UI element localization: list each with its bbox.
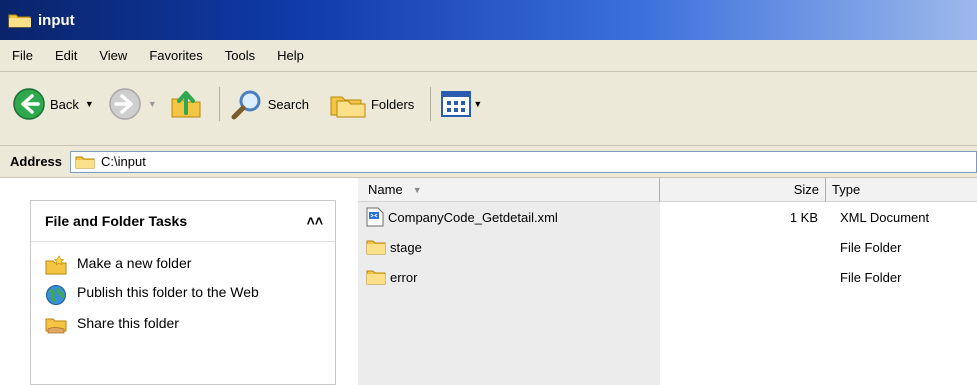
column-header-type[interactable]: Type [826,178,977,202]
tasks-panel-title: File and Folder Tasks [45,213,188,229]
folder-icon [366,240,386,255]
file-name: stage [390,239,422,255]
file-list-pane: Name ▼ Size Type CompanyCode_Getdetail.x… [358,178,977,385]
window-title: input [38,11,75,29]
task-make-new-folder[interactable]: Make a new folder [45,254,321,275]
folders-button[interactable]: Folders [329,84,414,124]
views-dropdown-icon[interactable]: ▼ [473,99,482,109]
back-arrow-icon [13,88,45,120]
back-button[interactable]: Back ▼ [12,84,94,124]
new-folder-icon [45,255,67,275]
tasks-pane: File and Folder Tasks ˄˄ Make a new fold… [0,178,358,385]
up-folder-button[interactable] [169,84,203,124]
tasks-panel-header[interactable]: File and Folder Tasks ˄˄ [31,201,335,242]
address-label: Address [10,154,63,169]
views-button[interactable]: ▼ [441,84,482,124]
task-label: Share this folder [77,315,179,331]
folder-icon [366,270,386,285]
menu-help[interactable]: Help [277,48,304,63]
toolbar: Back ▼ ▼ Search Folders ▼ [0,72,977,146]
publish-web-icon [46,285,66,305]
views-icon [441,91,472,117]
file-folder-tasks-panel: File and Folder Tasks ˄˄ Make a new fold… [30,200,336,385]
forward-button[interactable]: ▼ [108,84,157,124]
column-header-name[interactable]: Name ▼ [358,178,660,202]
menu-favorites[interactable]: Favorites [149,48,202,63]
search-icon [231,90,261,120]
file-size: 1 KB [789,209,818,225]
title-bar[interactable]: input [0,0,977,40]
menu-edit[interactable]: Edit [55,48,77,63]
search-label: Search [267,96,309,112]
xml-file-icon [366,207,384,227]
column-headers: Name ▼ Size Type [358,178,977,202]
address-value: C:\input [101,154,146,169]
sort-arrow-icon: ▼ [412,184,422,195]
forward-dropdown-icon[interactable]: ▼ [148,99,157,109]
file-row[interactable]: stage File Folder [358,232,977,262]
column-header-label: Name [368,182,403,197]
task-publish-folder-web[interactable]: Publish this folder to the Web [45,283,321,306]
toolbar-separator [218,87,220,121]
file-name: CompanyCode_Getdetail.xml [388,209,558,225]
column-header-label: Size [793,182,819,197]
search-button[interactable]: Search [230,84,309,124]
file-row[interactable]: CompanyCode_Getdetail.xml 1 KB XML Docum… [358,202,977,232]
folder-icon [8,14,31,28]
back-label: Back [50,96,79,112]
forward-arrow-icon [109,88,141,120]
share-folder-icon [45,318,67,334]
menu-bar: File Edit View Favorites Tools Help [0,40,977,72]
file-type: File Folder [840,239,902,255]
address-input[interactable]: C:\input [70,150,977,173]
menu-tools[interactable]: Tools [225,48,255,63]
toolbar-separator [430,87,432,121]
collapse-chevron-icon[interactable]: ˄˄ [307,213,323,229]
folder-icon [75,156,95,168]
back-dropdown-icon[interactable]: ▼ [85,99,94,109]
task-label: Publish this folder to the Web [77,284,259,300]
file-rows: CompanyCode_Getdetail.xml 1 KB XML Docum… [358,202,977,292]
file-type: File Folder [840,269,902,285]
up-folder-icon [171,91,201,118]
task-label: Make a new folder [77,255,192,271]
column-header-size[interactable]: Size [660,178,826,202]
menu-file[interactable]: File [12,48,33,63]
file-row[interactable]: error File Folder [358,262,977,292]
task-share-folder[interactable]: Share this folder [45,314,321,335]
menu-view[interactable]: View [99,48,127,63]
folders-icon [330,96,366,118]
address-bar: Address C:\input [0,146,977,178]
file-name: error [390,269,418,285]
file-type: XML Document [840,209,930,225]
column-header-label: Type [832,182,861,197]
folders-label: Folders [370,96,415,112]
